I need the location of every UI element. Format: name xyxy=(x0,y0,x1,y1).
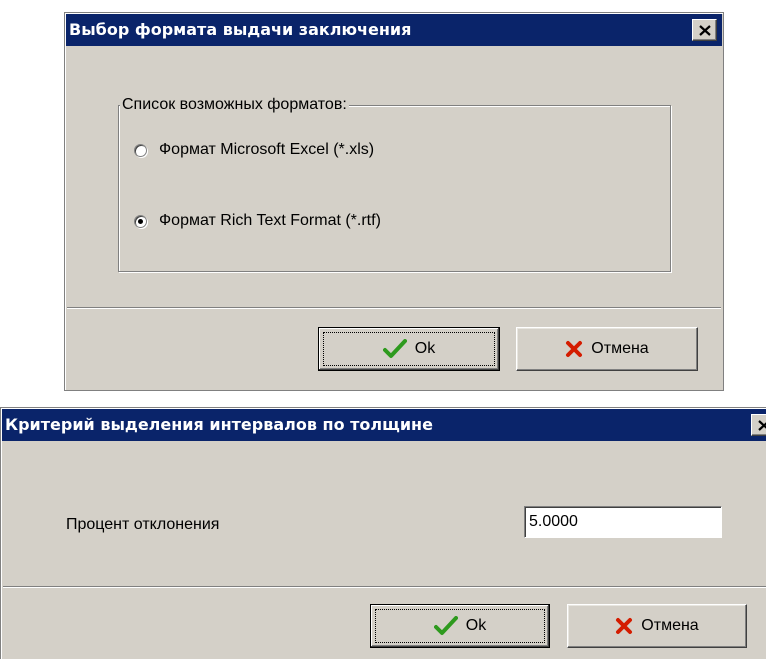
format-dialog-close-button[interactable] xyxy=(692,19,717,41)
format-rtf-radio[interactable] xyxy=(134,214,147,228)
format-option-rtf[interactable]: Формат Rich Text Format (*.rtf) xyxy=(134,212,381,230)
criterion-dialog-titlebar[interactable]: Критерий выделения интервалов по толщине xyxy=(2,409,766,441)
red-x-icon xyxy=(616,618,633,634)
close-icon xyxy=(757,419,766,431)
format-cancel-label: Отмена xyxy=(591,340,649,357)
deviation-percent-input[interactable] xyxy=(524,506,722,538)
formats-group-label: Список возможных форматов: xyxy=(120,96,349,114)
close-icon xyxy=(698,24,711,36)
criterion-ok-label: Ok xyxy=(465,617,487,634)
formats-group: Список возможных форматов: Формат Micros… xyxy=(118,96,671,272)
criterion-cancel-button[interactable]: Отмена xyxy=(567,604,747,648)
format-cancel-button[interactable]: Отмена xyxy=(516,327,698,371)
red-x-icon xyxy=(566,341,583,357)
deviation-percent-label: Процент отклонения xyxy=(66,516,220,533)
criterion-dialog: Критерий выделения интервалов по толщине… xyxy=(0,407,766,659)
format-ok-button[interactable]: Ok xyxy=(318,327,500,371)
format-xls-radio[interactable] xyxy=(134,143,147,157)
criterion-dialog-close-button[interactable] xyxy=(751,414,766,436)
criterion-dialog-separator xyxy=(3,586,766,588)
criterion-cancel-label: Отмена xyxy=(641,617,699,634)
format-dialog-separator xyxy=(67,307,721,309)
format-rtf-label: Формат Rich Text Format (*.rtf) xyxy=(159,212,381,229)
format-ok-label: Ok xyxy=(414,340,436,357)
criterion-ok-button[interactable]: Ok xyxy=(370,604,550,648)
format-dialog-title: Выбор формата выдачи заключения xyxy=(69,20,412,39)
format-xls-label: Формат Microsoft Excel (*.xls) xyxy=(159,141,375,158)
format-dialog-titlebar[interactable]: Выбор формата выдачи заключения xyxy=(66,14,722,46)
checkmark-icon xyxy=(433,616,458,635)
criterion-dialog-title: Критерий выделения интервалов по толщине xyxy=(5,415,433,434)
format-option-xls[interactable]: Формат Microsoft Excel (*.xls) xyxy=(134,141,374,159)
checkmark-icon xyxy=(382,339,407,358)
format-dialog: Выбор формата выдачи заключения Список в… xyxy=(64,12,724,391)
